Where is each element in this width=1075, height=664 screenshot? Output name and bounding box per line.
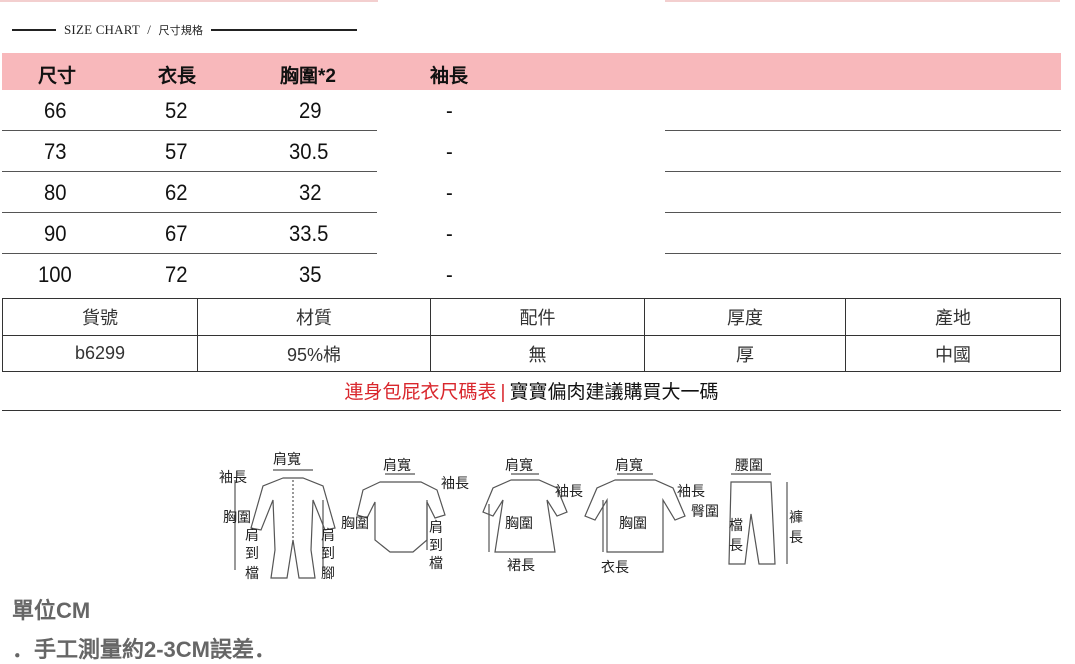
label-dress-chest: 胸圍 [505, 516, 533, 532]
label-romper-1: 肩 [245, 528, 259, 544]
info-header-material: 材質 [197, 298, 431, 336]
table-row: 80 62 32 - [2, 172, 1061, 213]
measurement-tip: ．手工測量約2-3CM誤差． [12, 637, 277, 662]
label-pants-crotch-length: 長 [729, 538, 743, 554]
cell-chest: 29 [299, 98, 322, 123]
label-top-sleeve: 袖長 [677, 484, 705, 500]
cell-sleeve: - [446, 139, 453, 164]
label-bodysuit-3: 檔 [429, 556, 443, 572]
header-size: 尺寸 [38, 66, 77, 87]
label-dress-sleeve: 袖長 [555, 484, 583, 500]
info-value-accessories: 無 [430, 335, 645, 372]
info-header-thickness: 厚度 [644, 298, 846, 336]
header-sleeve: 袖長 [430, 66, 469, 87]
cell-size: 90 [44, 221, 67, 246]
label-top-chest: 胸圍 [619, 516, 647, 532]
info-value-material: 95%棉 [197, 335, 431, 372]
cell-chest: 35 [299, 262, 322, 287]
size-table: 尺寸 衣長 胸圍*2 袖長 66 52 29 - 73 57 30.5 - 80… [2, 53, 1061, 295]
top-accent-left [0, 0, 378, 2]
info-value-thickness: 厚 [644, 335, 846, 372]
top-accent-right [665, 0, 1060, 2]
cell-size: 80 [44, 180, 67, 205]
note-separator: | [500, 382, 506, 403]
label-pants-waist: 腰圍 [735, 458, 763, 474]
label-pants-2: 長 [789, 530, 803, 546]
cell-size: 73 [44, 139, 67, 164]
label-bodysuit-sleeve: 袖長 [441, 476, 469, 492]
cell-length: 67 [165, 221, 188, 246]
top-illustration [584, 473, 686, 553]
note-highlight: 連身包屁衣尺碼表 [344, 382, 497, 403]
label-romper-5: 到 [321, 546, 335, 562]
label-bodysuit-2: 到 [429, 538, 443, 554]
measurement-diagram: 肩寬 袖長 胸圍 肩 到 檔 肩 到 腳 肩寬 袖長 胸圍 肩 到 檔 肩寬 袖… [219, 451, 803, 582]
cell-chest: 30.5 [289, 139, 329, 164]
table-row: 73 57 30.5 - [2, 131, 1061, 172]
product-info-table: 貨號 材質 配件 厚度 產地 b6299 95%棉 無 厚 中國 [2, 298, 1061, 372]
label-bodysuit-chest: 胸圍 [341, 516, 369, 532]
info-value-origin: 中國 [845, 335, 1061, 372]
cell-length: 62 [165, 180, 188, 205]
cell-sleeve: - [446, 221, 453, 246]
cell-length: 72 [165, 262, 188, 287]
note-text: 寶寶偏肉建議購買大一碼 [509, 382, 719, 403]
cell-size: 66 [44, 98, 67, 123]
table-row: 90 67 33.5 - [2, 213, 1061, 254]
cell-chest: 33.5 [289, 221, 329, 246]
label-pants-crotch: 檔 [729, 518, 743, 534]
product-info-header-row: 貨號 材質 配件 厚度 產地 [2, 298, 1061, 336]
cell-sleeve: - [446, 98, 453, 123]
info-header-item-no: 貨號 [2, 298, 198, 336]
label-pants-1: 褲 [789, 510, 803, 526]
cell-chest: 32 [299, 180, 322, 205]
info-header-origin: 產地 [845, 298, 1061, 336]
cell-size: 100 [38, 262, 72, 287]
header-chest: 胸圍*2 [280, 66, 336, 87]
title-sep: / [147, 22, 151, 37]
header-rule-left [12, 29, 56, 31]
info-header-accessories: 配件 [430, 298, 645, 336]
table-row: 66 52 29 - [2, 90, 1061, 131]
size-note: 連身包屁衣尺碼表 | 寶寶偏肉建議購買大一碼 [2, 374, 1061, 411]
cell-sleeve: - [446, 262, 453, 287]
title-cn: 尺寸規格 [158, 25, 204, 37]
header-rule-right [211, 29, 357, 31]
table-row: 100 72 35 - [2, 254, 1061, 295]
unit-label: 單位CM [12, 598, 91, 623]
header-length: 衣長 [158, 66, 197, 87]
size-chart-title: SIZE CHART / 尺寸規格 [64, 22, 203, 38]
info-value-item-no: b6299 [2, 335, 198, 372]
label-romper-2: 到 [245, 546, 259, 562]
cell-sleeve: - [446, 180, 453, 205]
label-romper-shoulder: 肩寬 [273, 451, 301, 468]
label-dress-length: 裙長 [507, 558, 535, 574]
product-info-value-row: b6299 95%棉 無 厚 中國 [2, 335, 1061, 372]
cell-length: 52 [165, 98, 188, 123]
label-romper-chest: 胸圍 [223, 510, 251, 526]
diagram-labels: 肩寬 袖長 胸圍 肩 到 檔 肩 到 腳 肩寬 袖長 胸圍 肩 到 檔 肩寬 袖… [219, 451, 803, 582]
label-bodysuit-1: 肩 [429, 520, 443, 536]
label-pants-hip: 臀圍 [691, 504, 719, 520]
label-romper-3: 檔 [245, 566, 259, 582]
label-bodysuit-shoulder: 肩寬 [383, 457, 411, 474]
label-dress-shoulder: 肩寬 [505, 457, 533, 474]
label-romper-6: 腳 [321, 566, 335, 582]
label-romper-sleeve: 袖長 [219, 470, 247, 486]
size-table-header: 尺寸 衣長 胸圍*2 袖長 [2, 53, 1061, 90]
size-chart-header: SIZE CHART / 尺寸規格 [12, 20, 357, 40]
label-top-length: 衣長 [601, 560, 629, 576]
label-romper-4: 肩 [321, 528, 335, 544]
label-top-shoulder: 肩寬 [615, 457, 643, 474]
title-en: SIZE CHART [64, 22, 140, 37]
cell-length: 57 [165, 139, 188, 164]
